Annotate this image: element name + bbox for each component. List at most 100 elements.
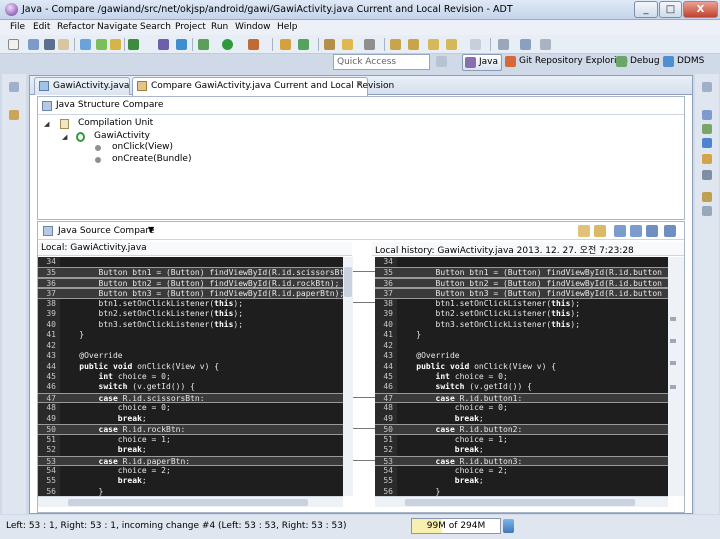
menu-file[interactable]: File	[10, 22, 25, 32]
change-marker[interactable]	[670, 317, 676, 321]
scroll-thumb[interactable]	[344, 267, 352, 297]
restore-icon[interactable]	[9, 82, 19, 92]
maximize-button[interactable]: □	[659, 1, 682, 18]
open-perspective-icon	[436, 56, 447, 67]
save-icon[interactable]	[28, 39, 39, 50]
line-number: 54	[46, 466, 56, 475]
next-change-icon[interactable]	[646, 225, 658, 237]
skip-breakpoints-icon[interactable]	[176, 39, 187, 50]
line-number: 55	[46, 476, 56, 486]
toggle-icon[interactable]	[158, 39, 169, 50]
debug-icon[interactable]	[198, 39, 209, 50]
external-tools-icon[interactable]	[248, 39, 259, 50]
code-line: 40 btn3.setOnClickListener(this);	[38, 320, 343, 331]
code-line: 35 Button btn1 = (Button) findViewById(R…	[38, 267, 343, 278]
perspective-ddms[interactable]: DDMS	[661, 54, 717, 71]
left-vertical-scrollbar[interactable]	[343, 257, 353, 496]
save-all-icon[interactable]	[44, 39, 55, 50]
previous-change-icon[interactable]	[664, 225, 676, 237]
android-avd-manager-icon[interactable]	[96, 39, 107, 50]
tree-node-onclick[interactable]: onClick(View)	[112, 142, 173, 152]
toolbar-misc-icon[interactable]	[540, 39, 551, 50]
close-window-button[interactable]: X	[683, 1, 718, 18]
java-file-icon	[39, 81, 49, 91]
left-horizontal-scrollbar[interactable]	[38, 496, 343, 507]
code-line: 34	[38, 257, 343, 268]
run-icon[interactable]	[222, 39, 233, 50]
perspective-git-repository-exploring[interactable]: Git Repository Exploring	[503, 54, 628, 71]
android-sdk-manager-icon[interactable]	[80, 39, 91, 50]
outline-icon[interactable]	[702, 110, 712, 120]
diff-connector-line	[353, 271, 375, 272]
menu-navigate[interactable]: Navigate	[97, 22, 137, 32]
quick-access-input[interactable]: Quick Access	[333, 54, 430, 70]
console-icon[interactable]	[702, 170, 712, 180]
perspective-java[interactable]: Java	[462, 54, 502, 71]
code-line: 52 break;	[38, 445, 343, 456]
menu-edit[interactable]: Edit	[33, 22, 50, 32]
menu-run[interactable]: Run	[211, 22, 228, 32]
next-difference-icon[interactable]	[614, 225, 626, 237]
task-list-icon[interactable]	[702, 124, 712, 134]
toggle-mark-occurrences-icon[interactable]	[364, 39, 375, 50]
perspective-debug[interactable]: Debug	[614, 54, 660, 71]
line-number: 46	[46, 382, 56, 392]
next-annotation-icon[interactable]	[390, 39, 401, 50]
previous-difference-icon[interactable]	[630, 225, 642, 237]
menu-help[interactable]: Help	[277, 22, 298, 32]
overview-ruler[interactable]	[668, 257, 684, 496]
scroll-thumb[interactable]	[68, 499, 308, 506]
javadoc-icon[interactable]	[702, 138, 712, 148]
copy-current-left-icon[interactable]	[594, 225, 606, 237]
declaration-icon[interactable]	[702, 154, 712, 164]
tab-gawiactivity-java[interactable]: GawiActivity.java	[34, 77, 130, 95]
expand-toggle-icon[interactable]: ◢	[62, 133, 67, 141]
trash-icon[interactable]	[503, 519, 514, 533]
checklist-icon[interactable]	[128, 39, 139, 50]
print-icon[interactable]	[58, 39, 69, 50]
tree-node-gawiactivity[interactable]: GawiActivity	[94, 131, 150, 141]
menu-search[interactable]: Search	[140, 22, 171, 32]
menu-window[interactable]: Window	[235, 22, 271, 32]
code-line: 51 choice = 1;	[375, 435, 668, 446]
code-line: 41 }	[375, 330, 668, 341]
minimize-button[interactable]: _	[634, 1, 658, 18]
change-marker[interactable]	[670, 339, 676, 343]
new-icon[interactable]	[8, 39, 19, 50]
restore-icon[interactable]	[702, 82, 712, 92]
back-icon[interactable]	[446, 39, 457, 50]
open-perspective-icon[interactable]	[520, 39, 531, 50]
previous-annotation-icon[interactable]	[408, 39, 419, 50]
lint-icon[interactable]	[110, 39, 121, 50]
search-icon[interactable]	[342, 39, 353, 50]
forward-icon[interactable]	[470, 39, 481, 50]
last-edit-location-icon[interactable]	[428, 39, 439, 50]
tree-node-compilation-unit[interactable]: Compilation Unit	[78, 118, 153, 128]
code-line: 44 public void onClick(View v) {	[38, 362, 343, 373]
package-explorer-icon[interactable]	[9, 110, 19, 120]
git-icon	[505, 56, 516, 67]
expand-toggle-icon[interactable]: ◢	[44, 120, 49, 128]
open-perspective-button[interactable]	[436, 54, 447, 71]
code-line: 42	[375, 341, 668, 352]
new-java-package-icon[interactable]	[280, 39, 291, 50]
menu-refactor[interactable]: Refactor	[57, 22, 95, 32]
tab-compare[interactable]: Compare GawiActivity.java Current and Lo…	[132, 77, 394, 96]
change-marker[interactable]	[670, 361, 676, 365]
open-type-icon[interactable]	[324, 39, 335, 50]
left-code-view[interactable]: 34 35 Button btn1 = (Button) findViewById…	[38, 257, 343, 496]
chevron-down-icon[interactable]: ▼	[148, 225, 154, 234]
scroll-thumb[interactable]	[405, 499, 635, 506]
close-tab-icon[interactable]: ✕	[355, 80, 363, 90]
right-code-view[interactable]: 34 35 Button btn1 = (Button) findViewById…	[375, 257, 668, 496]
menu-project[interactable]: Project	[175, 22, 206, 32]
pin-editor-icon[interactable]	[498, 39, 509, 50]
problems-icon[interactable]	[702, 192, 712, 202]
progress-icon[interactable]	[702, 206, 712, 216]
new-class-icon[interactable]	[298, 39, 309, 50]
line-number: 44	[383, 361, 393, 371]
tree-node-oncreate[interactable]: onCreate(Bundle)	[112, 154, 191, 164]
copy-all-left-icon[interactable]	[578, 225, 590, 237]
change-marker[interactable]	[670, 385, 676, 389]
right-horizontal-scrollbar[interactable]	[375, 496, 668, 507]
